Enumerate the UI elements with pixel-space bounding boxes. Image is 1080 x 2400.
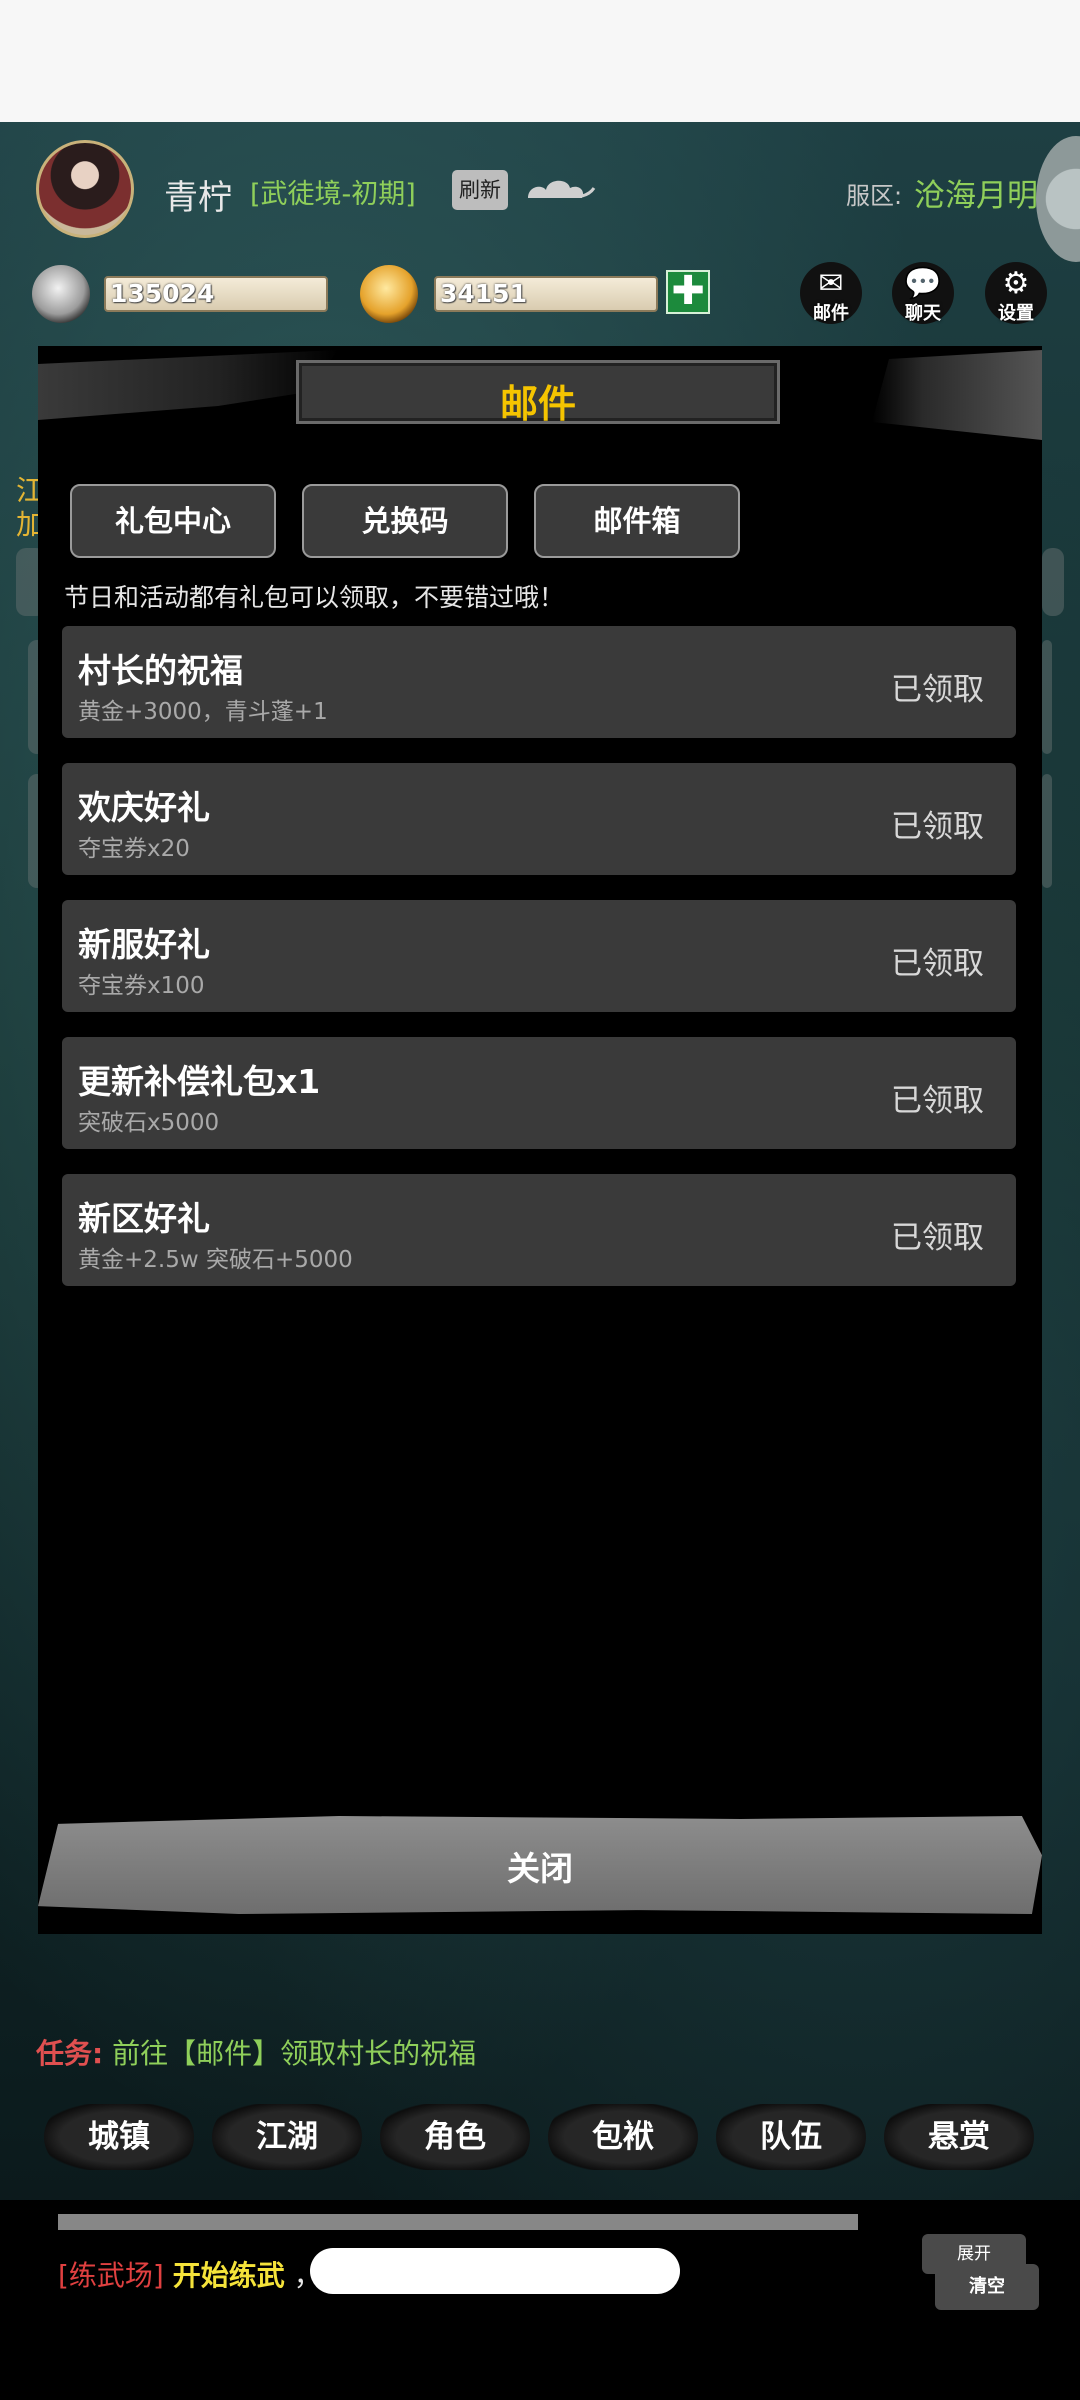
gift-row[interactable]: 新区好礼 黄金+2.5w 突破石+5000 已领取 [62, 1174, 1016, 1286]
brush-decoration [872, 350, 1042, 440]
gift-title: 新区好礼 [78, 1199, 210, 1238]
tab-gift-center[interactable]: 礼包中心 [70, 484, 276, 558]
log-action: 开始练武 [172, 2259, 285, 2292]
silver-amount: 135024 [104, 276, 328, 312]
gold-ingot-icon [360, 265, 418, 323]
silver-coin-icon [32, 265, 90, 323]
gift-description: 黄金+2.5w 突破石+5000 [78, 1247, 353, 1273]
tab-redeem-code[interactable]: 兑换码 [302, 484, 508, 558]
gear-icon: ⚙ [1002, 266, 1030, 301]
system-status-bar [0, 0, 1080, 122]
mail-button[interactable]: ✉ 邮件 [800, 262, 862, 324]
envelope-icon: ✉ [818, 266, 844, 301]
gift-claimed-status[interactable]: 已领取 [891, 1075, 984, 1120]
log-line-cutoff [58, 2214, 858, 2230]
log-location: [练武场] [58, 2259, 164, 2292]
background-card [1042, 548, 1064, 616]
gift-title: 欢庆好礼 [78, 788, 210, 827]
gift-description: 夺宝券x20 [78, 836, 190, 862]
gold-amount: 34151 [434, 276, 658, 312]
nav-character[interactable]: 角色 [380, 2104, 530, 2170]
gift-title: 新服好礼 [78, 925, 210, 964]
task-label: 任务: [36, 2037, 104, 2070]
tab-mailbox[interactable]: 邮件箱 [534, 484, 740, 558]
recharge-plus-button[interactable]: ✚ [666, 270, 710, 314]
background-card [1042, 774, 1052, 888]
gift-row[interactable]: 新服好礼 夺宝券x100 已领取 [62, 900, 1016, 1012]
player-avatar[interactable] [36, 140, 134, 238]
refresh-button[interactable]: 刷新 [452, 170, 508, 210]
log-clear-button[interactable]: 清空 [935, 2264, 1039, 2310]
brush-decoration [38, 350, 338, 420]
modal-header: 邮件 [38, 346, 1042, 446]
gift-claimed-status[interactable]: 已领取 [891, 1212, 984, 1257]
cloud-icon [528, 180, 596, 198]
modal-title: 邮件 [499, 382, 576, 426]
gift-title: 更新补偿礼包x1 [78, 1062, 321, 1101]
gift-row[interactable]: 欢庆好礼 夺宝券x20 已领取 [62, 763, 1016, 875]
player-name: 青柠 [164, 178, 232, 218]
player-rank: [武徒境-初期] [250, 179, 416, 210]
gift-description: 夺宝券x100 [78, 973, 205, 999]
settings-button[interactable]: ⚙ 设置 [985, 262, 1047, 324]
nav-bounty[interactable]: 悬赏 [884, 2104, 1034, 2170]
close-button-label: 关闭 [507, 1849, 573, 1888]
gift-description: 突破石x5000 [78, 1110, 220, 1136]
gift-row[interactable]: 村长的祝福 黄金+3000，青斗蓬+1 已领取 [62, 626, 1016, 738]
chat-bubble-icon: 💬 [904, 266, 942, 301]
gift-claimed-status[interactable]: 已领取 [891, 664, 984, 709]
mail-modal: 邮件 礼包中心 兑换码 邮件箱 节日和活动都有礼包可以领取，不要错过哦！ 村长的… [38, 346, 1042, 1934]
settings-button-label: 设置 [998, 303, 1034, 324]
chat-button[interactable]: 💬 聊天 [892, 262, 954, 324]
current-task[interactable]: 任务: 前往【邮件】领取村长的祝福 [36, 2032, 476, 2072]
title-plaque: 邮件 [296, 360, 780, 426]
gift-title: 村长的祝福 [78, 651, 243, 690]
server-label: 服区: [846, 182, 903, 210]
server-name[interactable]: 沧海月明 [914, 170, 1038, 215]
gift-hint-text: 节日和活动都有礼包可以领取，不要错过哦！ [64, 583, 565, 612]
nav-inventory[interactable]: 包袱 [548, 2104, 698, 2170]
redaction-scribble [310, 2248, 680, 2294]
nav-town[interactable]: 城镇 [44, 2104, 194, 2170]
gift-claimed-status[interactable]: 已领取 [891, 938, 984, 983]
nav-jianghu[interactable]: 江湖 [212, 2104, 362, 2170]
gift-row[interactable]: 更新补偿礼包x1 突破石x5000 已领取 [62, 1037, 1016, 1149]
background-card [1042, 640, 1052, 754]
message-log [0, 2200, 1080, 2400]
close-button[interactable]: 关闭 [38, 1816, 1042, 1914]
task-text: 前往【邮件】领取村长的祝福 [112, 2037, 477, 2070]
nav-team[interactable]: 队伍 [716, 2104, 866, 2170]
gift-description: 黄金+3000，青斗蓬+1 [78, 699, 328, 725]
chat-button-label: 聊天 [905, 303, 941, 324]
mail-button-label: 邮件 [813, 303, 849, 324]
gift-claimed-status[interactable]: 已领取 [891, 801, 984, 846]
